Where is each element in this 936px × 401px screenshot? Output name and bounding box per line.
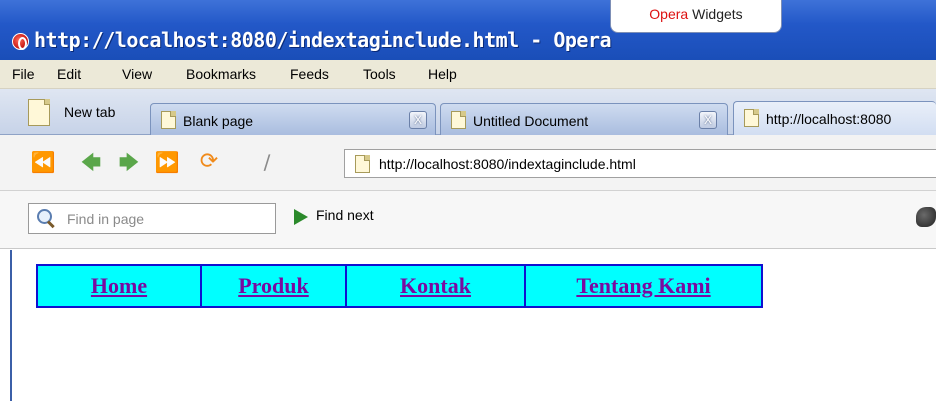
tab-bar: New tab Blank page X Untitled Document X… xyxy=(0,89,936,135)
page-content: Home Produk Kontak Tentang Kami xyxy=(10,250,936,401)
tab-label: Untitled Document xyxy=(473,113,589,129)
menu-edit[interactable]: Edit xyxy=(57,66,81,82)
edit-pen-icon[interactable]: ∕ xyxy=(254,149,280,175)
address-bar[interactable]: http://localhost:8080/indextaginclude.ht… xyxy=(344,149,936,178)
new-tab-button[interactable]: New tab xyxy=(26,95,146,129)
nav-cell-home: Home xyxy=(38,266,202,306)
navigation-bar: ⏪ 🡄 🡆 ⏩ ⟳ ∕ http://localhost:8080/indext… xyxy=(0,135,936,191)
menu-bookmarks[interactable]: Bookmarks xyxy=(186,66,256,82)
back-arrow-icon[interactable]: 🡄 xyxy=(78,149,104,175)
nav-link-produk[interactable]: Produk xyxy=(238,273,309,298)
search-icon xyxy=(35,208,59,230)
window-title: http://localhost:8080/indextaginclude.ht… xyxy=(34,28,612,52)
menu-file[interactable]: File xyxy=(12,66,35,82)
new-tab-icon xyxy=(28,99,50,126)
opera-logo-icon[interactable] xyxy=(12,33,29,50)
find-next-label: Find next xyxy=(316,207,374,223)
nav-cell-produk: Produk xyxy=(202,266,347,306)
new-tab-label: New tab xyxy=(64,104,116,120)
page-icon xyxy=(161,111,176,129)
page-icon xyxy=(744,109,759,127)
nav-link-kontak[interactable]: Kontak xyxy=(400,273,471,298)
rewind-icon[interactable]: ⏪ xyxy=(30,149,56,175)
tool-icon[interactable] xyxy=(916,207,936,227)
menu-tools[interactable]: Tools xyxy=(363,66,396,82)
widgets-label: Widgets xyxy=(692,6,743,22)
tab-localhost[interactable]: http://localhost:8080 xyxy=(733,101,936,135)
close-tab-icon[interactable]: X xyxy=(409,111,427,129)
tab-untitled-document[interactable]: Untitled Document X xyxy=(440,103,728,135)
fast-forward-icon[interactable]: ⏩ xyxy=(154,149,180,175)
tab-label: Blank page xyxy=(183,113,254,129)
title-bar: http://localhost:8080/indextaginclude.ht… xyxy=(0,0,936,60)
tab-label: http://localhost:8080 xyxy=(766,111,892,127)
close-tab-icon[interactable]: X xyxy=(699,111,717,129)
reload-icon[interactable]: ⟳ xyxy=(196,149,222,175)
find-placeholder: Find in page xyxy=(67,211,145,227)
forward-arrow-icon[interactable]: 🡆 xyxy=(116,149,142,175)
find-in-page-input[interactable]: Find in page xyxy=(28,203,276,234)
widgets-brand: Opera xyxy=(649,6,689,22)
menu-bar: File Edit View Bookmarks Feeds Tools Hel… xyxy=(0,60,936,89)
page-icon xyxy=(451,111,466,129)
address-url: http://localhost:8080/indextaginclude.ht… xyxy=(379,156,636,172)
menu-view[interactable]: View xyxy=(122,66,152,82)
nav-table: Home Produk Kontak Tentang Kami xyxy=(36,264,763,308)
page-icon xyxy=(355,155,370,173)
find-bar: Find in page Find next xyxy=(0,191,936,249)
menu-feeds[interactable]: Feeds xyxy=(290,66,329,82)
opera-widgets-button[interactable]: Opera Widgets xyxy=(610,0,782,33)
nav-cell-kontak: Kontak xyxy=(347,266,526,306)
nav-link-tentang-kami[interactable]: Tentang Kami xyxy=(576,273,710,298)
nav-cell-tentang-kami: Tentang Kami xyxy=(526,266,761,306)
play-arrow-icon xyxy=(294,209,308,225)
menu-help[interactable]: Help xyxy=(428,66,457,82)
nav-link-home[interactable]: Home xyxy=(91,273,147,298)
tab-blank-page[interactable]: Blank page X xyxy=(150,103,436,135)
